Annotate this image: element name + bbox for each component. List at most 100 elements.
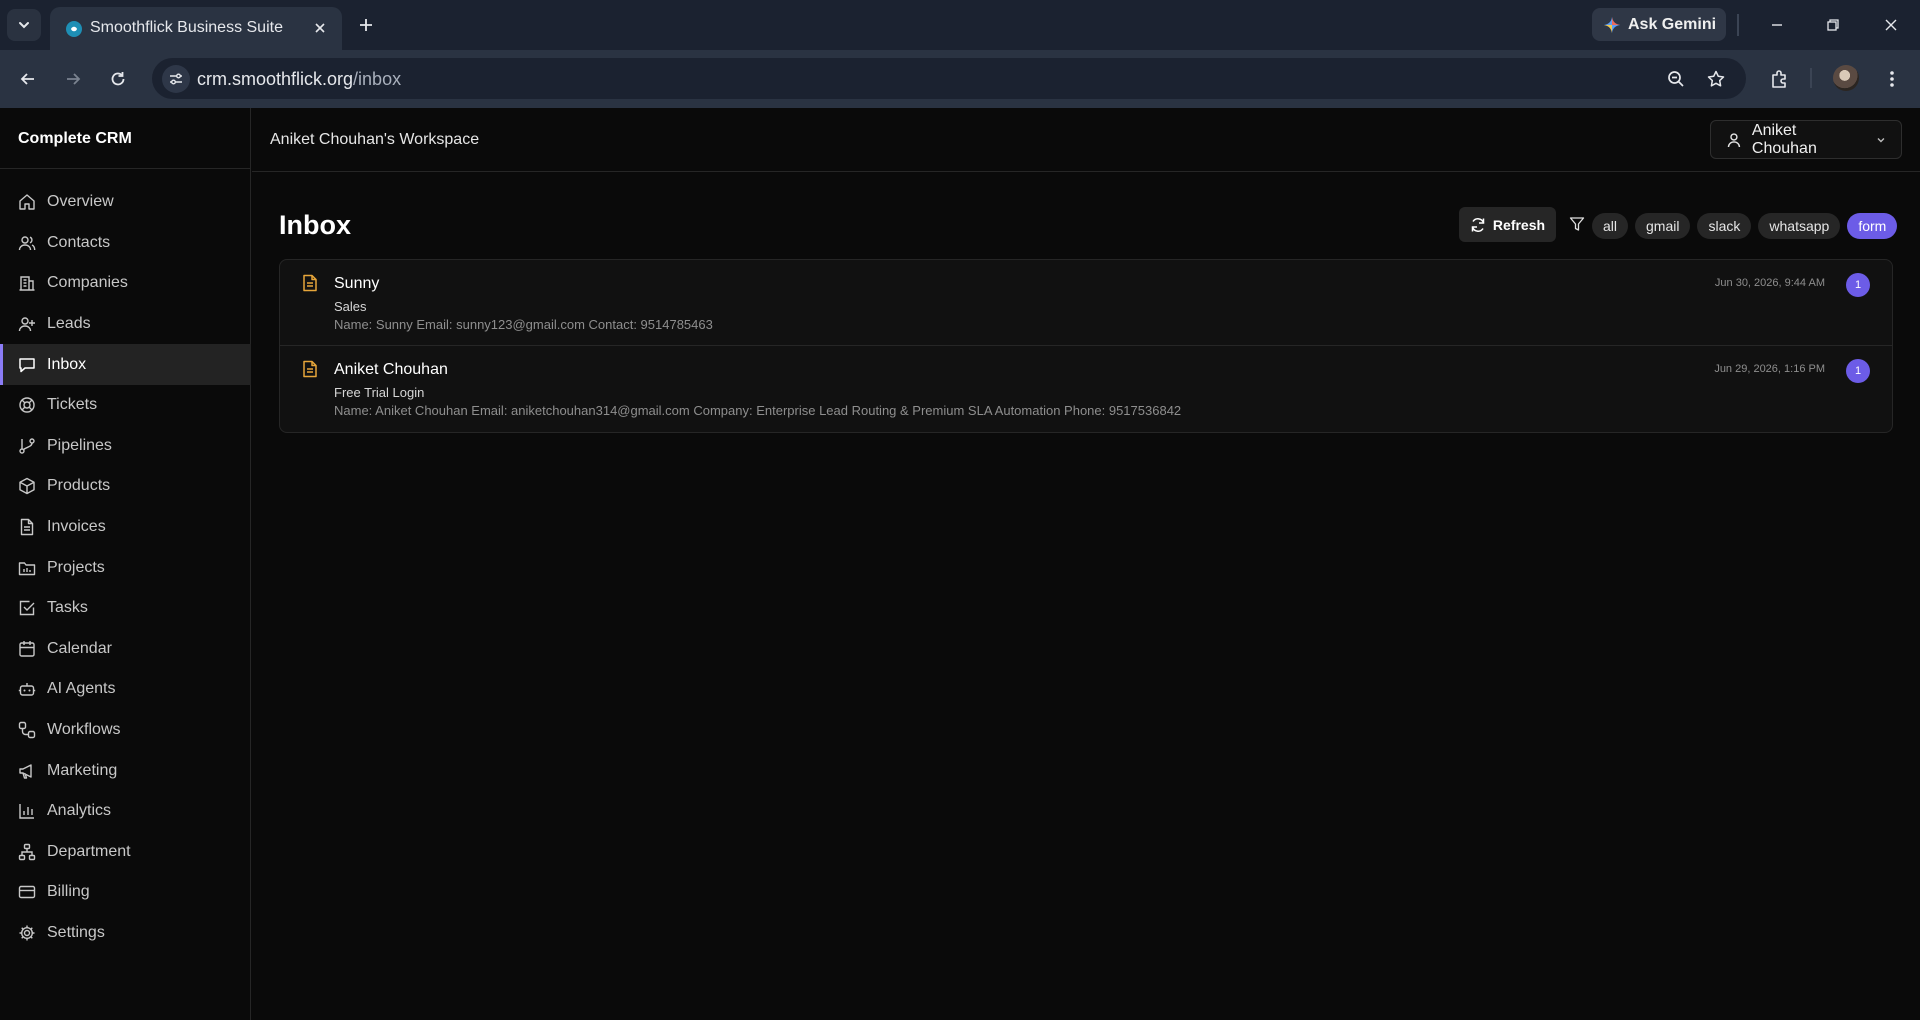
extensions-button[interactable]: [1764, 63, 1796, 95]
sidebar-item-label: Projects: [47, 558, 105, 576]
sidebar-nav: Overview Contacts Companies Leads Inbox Ticke…: [0, 182, 251, 953]
browser-menu-button[interactable]: [1876, 63, 1908, 95]
filter-chip-gmail[interactable]: gmail: [1635, 213, 1691, 239]
reload-button[interactable]: [102, 63, 134, 95]
sidebar-item-products[interactable]: Products: [0, 466, 251, 507]
folder-chart-icon: [18, 559, 36, 577]
sidebar-item-label: Settings: [47, 923, 105, 941]
home-icon: [18, 193, 36, 211]
filter-chip-whatsapp[interactable]: whatsapp: [1758, 213, 1841, 239]
zoom-button[interactable]: [1663, 66, 1689, 92]
sidebar-item-ai-agents[interactable]: AI Agents: [0, 669, 251, 710]
more-vertical-icon: [1890, 71, 1894, 87]
sidebar-item-label: Overview: [47, 193, 114, 211]
new-tab-button[interactable]: [352, 11, 380, 39]
user-menu-button[interactable]: Aniket Chouhan: [1710, 120, 1902, 159]
sidebar-item-label: AI Agents: [47, 680, 116, 698]
sidebar-item-invoices[interactable]: Invoices: [0, 507, 251, 548]
sidebar-item-projects[interactable]: Projects: [0, 547, 251, 588]
reload-icon: [111, 72, 125, 86]
sidebar-item-label: Department: [47, 842, 131, 860]
sidebar-item-billing[interactable]: Billing: [0, 872, 251, 913]
user-icon: [1727, 132, 1741, 147]
close-window-button[interactable]: [1874, 10, 1908, 40]
message-preview: Name: Aniket Chouhan Email: aniketchouha…: [334, 403, 1182, 418]
sidebar-item-label: Billing: [47, 883, 90, 901]
filter-chip-all[interactable]: all: [1592, 213, 1629, 239]
check-square-icon: [18, 599, 36, 617]
sidebar-item-analytics[interactable]: Analytics: [0, 791, 251, 832]
back-button[interactable]: [12, 63, 44, 95]
toolbar-divider: [1810, 68, 1812, 88]
sidebar-item-inbox[interactable]: Inbox: [0, 344, 251, 385]
user-plus-icon: [18, 315, 36, 333]
browser-tab[interactable]: Smoothflick Business Suite: [50, 7, 342, 50]
plus-icon: [360, 19, 372, 31]
sidebar-item-contacts[interactable]: Contacts: [0, 223, 251, 264]
url-path: /inbox: [353, 69, 402, 89]
channel-filters: all gmail slack whatsapp form: [1592, 213, 1898, 239]
form-document-icon: [303, 360, 317, 378]
restore-button[interactable]: [1816, 10, 1850, 40]
sidebar-item-workflows[interactable]: Workflows: [0, 710, 251, 751]
site-info-button[interactable]: [162, 65, 190, 93]
gemini-sparkle-icon: [1604, 16, 1620, 33]
network-icon: [18, 843, 36, 861]
sidebar-item-label: Invoices: [47, 518, 106, 536]
sidebar-item-calendar[interactable]: Calendar: [0, 629, 251, 670]
close-tab-button[interactable]: [310, 18, 330, 38]
sidebar-item-label: Tasks: [47, 599, 88, 617]
sidebar: Complete CRM Overview Contacts Companies Le…: [0, 108, 251, 1020]
bookmark-button[interactable]: [1703, 66, 1729, 92]
star-icon: [1707, 70, 1725, 87]
sidebar-item-tickets[interactable]: Tickets: [0, 385, 251, 426]
message-icon: [18, 356, 36, 374]
message-list: Sunny Sales Name: Sunny Email: sunny123@gm…: [279, 259, 1893, 433]
restore-icon: [1827, 19, 1839, 31]
refresh-label: Refresh: [1492, 216, 1546, 233]
filter-chip-form[interactable]: form: [1847, 213, 1898, 239]
sidebar-item-settings[interactable]: Settings: [0, 913, 251, 954]
url-text: crm.smoothflick.org/inbox: [197, 69, 401, 90]
message-subject: Free Trial Login: [334, 385, 425, 400]
forward-button[interactable]: [57, 63, 89, 95]
message-sender: Sunny: [334, 275, 380, 292]
building-icon: [18, 274, 36, 292]
minimize-button[interactable]: [1760, 10, 1794, 40]
sidebar-item-department[interactable]: Department: [0, 832, 251, 873]
sidebar-item-overview[interactable]: Overview: [0, 182, 251, 223]
arrow-right-icon: [67, 73, 81, 85]
url-host: crm.smoothflick.org: [197, 69, 354, 89]
sidebar-item-label: Workflows: [47, 721, 121, 739]
filter-chip-slack[interactable]: slack: [1697, 213, 1752, 239]
sidebar-item-leads[interactable]: Leads: [0, 304, 251, 345]
bar-chart-icon: [18, 802, 36, 820]
profile-avatar[interactable]: [1833, 65, 1859, 91]
message-row[interactable]: Sunny Sales Name: Sunny Email: sunny123@gm…: [280, 260, 1892, 346]
chevron-down-icon: [1877, 137, 1885, 142]
sidebar-item-label: Companies: [47, 274, 128, 292]
users-icon: [18, 234, 36, 252]
ask-gemini-button[interactable]: Ask Gemini: [1592, 8, 1726, 41]
sidebar-item-label: Marketing: [47, 761, 118, 779]
message-timestamp: Jun 30, 2026, 9:44 AM: [1714, 277, 1825, 289]
tab-title: Smoothflick Business Suite: [90, 19, 283, 36]
sidebar-item-tasks[interactable]: Tasks: [0, 588, 251, 629]
sidebar-item-label: Calendar: [47, 639, 112, 657]
close-icon: [1885, 19, 1897, 31]
page-title: Inbox: [279, 210, 351, 240]
sidebar-item-marketing[interactable]: Marketing: [0, 750, 251, 791]
tune-icon: [170, 73, 182, 85]
sidebar-item-label: Contacts: [47, 233, 111, 251]
address-bar[interactable]: crm.smoothflick.org/inbox: [152, 58, 1746, 99]
refresh-button[interactable]: Refresh: [1459, 207, 1556, 242]
message-row[interactable]: Aniket Chouhan Free Trial Login Name: Anik…: [280, 346, 1892, 432]
unread-count-badge: 1: [1846, 359, 1870, 383]
site-favicon-icon: [66, 21, 82, 37]
puzzle-icon: [1772, 70, 1786, 88]
sidebar-item-pipelines[interactable]: Pipelines: [0, 426, 251, 467]
browser-tab-bar: Smoothflick Business Suite Ask Gemini: [0, 0, 1920, 50]
sidebar-item-companies[interactable]: Companies: [0, 263, 251, 304]
tab-list-button[interactable]: [7, 9, 41, 41]
file-text-icon: [18, 518, 36, 536]
